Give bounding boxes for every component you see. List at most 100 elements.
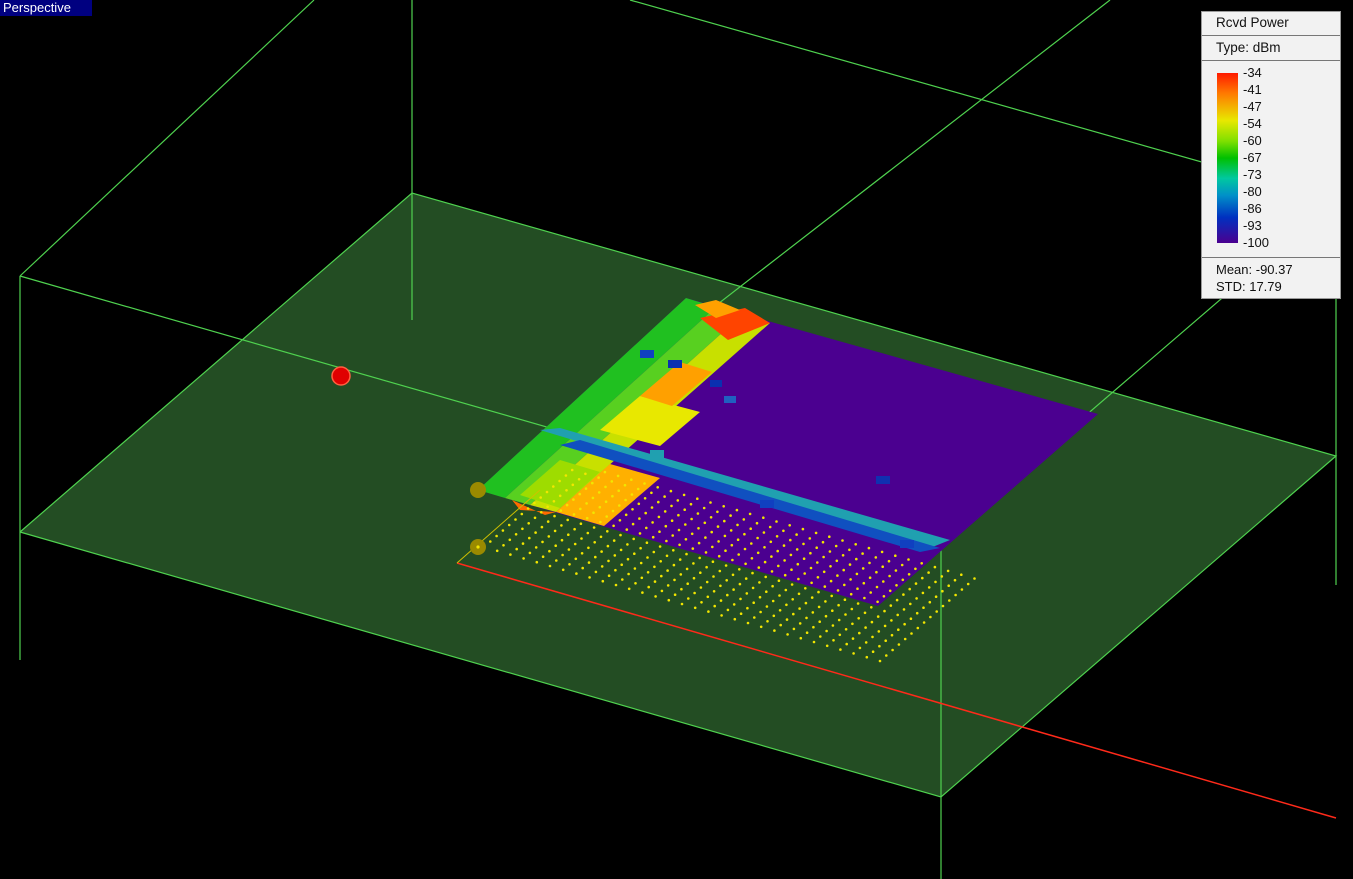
receiver-point: [680, 602, 684, 606]
receiver-point: [729, 514, 732, 517]
receiver-point: [920, 562, 923, 565]
legend-tick-label: -100: [1243, 235, 1270, 250]
receiver-point: [573, 527, 576, 531]
view-mode-label[interactable]: Perspective: [0, 0, 92, 16]
receiver-point: [785, 618, 789, 621]
receiver-point: [521, 527, 524, 531]
receiver-point: [744, 562, 747, 566]
receiver-point: [876, 600, 879, 604]
receiver-point: [676, 499, 680, 502]
receiver-point: [588, 576, 591, 579]
receiver-point: [928, 600, 932, 604]
receiver-point: [627, 572, 630, 576]
receiver-point: [726, 593, 729, 597]
receiver-point: [528, 536, 531, 540]
receiver-point: [824, 614, 828, 618]
receiver-point: [845, 642, 848, 646]
receiver-point: [915, 597, 918, 600]
receiver-point: [783, 573, 787, 577]
receiver-point: [864, 641, 868, 644]
receiver-point: [514, 533, 518, 536]
receiver-point: [954, 593, 957, 597]
receiver-point: [947, 584, 950, 587]
receiver-point: [665, 539, 668, 543]
receiver-point: [768, 525, 772, 529]
receiver-point: [691, 547, 695, 550]
receiver-point: [831, 609, 834, 612]
receiver-point: [762, 516, 765, 519]
receiver-point: [742, 518, 746, 521]
receiver-point: [870, 606, 873, 609]
receiver-point: [861, 552, 864, 555]
origin-marker[interactable]: [470, 482, 486, 498]
receiver-point: [716, 510, 719, 514]
receiver-point: [709, 516, 713, 519]
receiver-point: [828, 550, 832, 553]
receiver-point: [713, 604, 716, 608]
receiver-point: [910, 632, 913, 635]
receiver-point: [663, 510, 667, 513]
receiver-point: [798, 607, 801, 610]
receiver-point: [922, 606, 925, 609]
receiver-point: [772, 614, 776, 618]
receiver-point: [665, 554, 669, 558]
receiver-point: [641, 591, 644, 594]
receiver-point: [630, 493, 634, 496]
receiver-point: [907, 573, 911, 576]
receiver-point: [607, 559, 610, 563]
receiver-point: [619, 533, 622, 537]
receiver-point: [619, 548, 623, 552]
receiver-point: [736, 523, 739, 527]
receiver-point: [829, 565, 832, 568]
receiver-point: [831, 624, 835, 627]
receiver-point: [667, 598, 671, 602]
receiver-point: [723, 519, 726, 523]
3d-viewport[interactable]: [0, 0, 1353, 879]
receiver-point: [894, 569, 898, 572]
receiver-point: [789, 538, 792, 542]
receiver-point: [856, 587, 859, 590]
receiver-point: [805, 616, 808, 620]
receiver-point: [574, 557, 578, 561]
receiver-point: [786, 633, 789, 636]
receiver-point: [822, 570, 826, 574]
receiver-point: [890, 633, 894, 637]
receiver-point: [837, 603, 840, 607]
receiver-point: [748, 512, 752, 516]
receiver-point: [895, 584, 898, 587]
receiver-point: [579, 522, 583, 525]
receiver-point: [803, 572, 806, 575]
receiver-point: [751, 571, 754, 575]
transmitter-marker[interactable]: [331, 366, 351, 386]
receiver-point: [646, 556, 649, 559]
receiver-point: [777, 564, 780, 568]
receiver-point: [960, 573, 963, 576]
receiver-point: [672, 549, 675, 552]
receiver-point: [723, 534, 727, 538]
receiver-point: [828, 535, 831, 538]
receiver-point: [851, 637, 855, 640]
receiver-point: [765, 590, 768, 593]
receiver-point: [795, 533, 798, 536]
receiver-point: [502, 544, 505, 547]
receiver-point: [613, 554, 617, 557]
receiver-point: [849, 578, 852, 581]
receiver-point: [867, 546, 871, 550]
receiver-point: [660, 574, 663, 578]
receiver-point: [522, 557, 525, 560]
receiver-point: [541, 555, 545, 558]
receiver-point: [600, 550, 603, 553]
receiver-point: [660, 589, 664, 593]
receiver-point: [539, 496, 542, 499]
receiver-point: [623, 483, 627, 487]
receiver-point: [966, 582, 970, 586]
legend-separator: [1202, 257, 1340, 258]
receiver-point: [558, 479, 561, 483]
receiver-point: [799, 636, 803, 640]
receiver-point: [792, 612, 795, 616]
receiver-point: [896, 613, 899, 617]
receiver-point: [534, 546, 538, 549]
receiver-point: [678, 558, 682, 561]
receiver-point: [626, 543, 629, 546]
receiver-point: [775, 520, 778, 523]
